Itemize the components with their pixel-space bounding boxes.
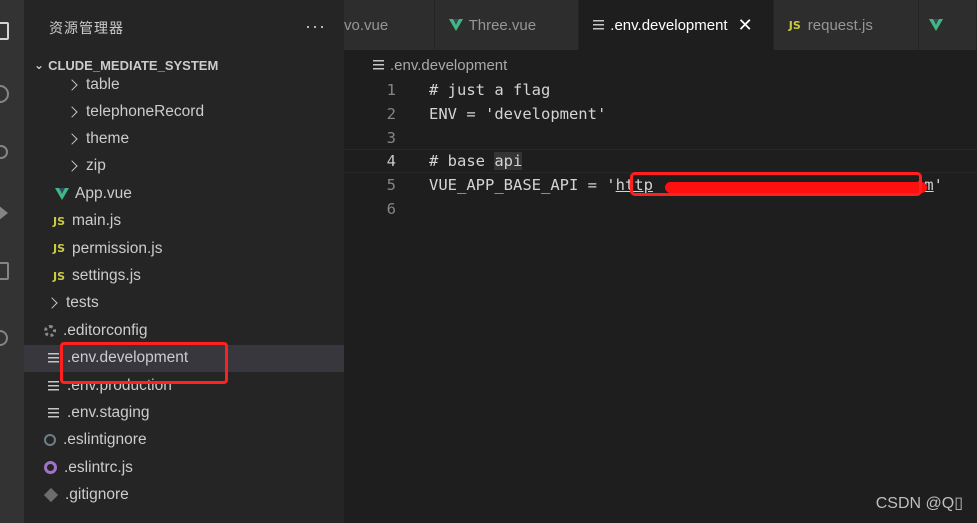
watermark: CSDN @Q▯ [875, 495, 963, 512]
tree-item-label: theme [86, 130, 130, 148]
code-comment: # base [429, 152, 495, 170]
tree-item-eslintignore[interactable]: .eslintignore [24, 427, 344, 454]
code-line-current: 4 # base api [344, 149, 977, 173]
more-actions-icon[interactable]: ··· [305, 16, 326, 37]
tab-three-vue[interactable]: Three.vue [434, 0, 580, 50]
line-number: 6 [386, 200, 396, 218]
code-text: # base api [429, 152, 523, 170]
code-line: 3 [344, 126, 977, 150]
url-highlight-annotation [630, 172, 922, 196]
tree-item-eslintrc-js[interactable]: .eslintrc.js [24, 454, 344, 481]
line-number: 4 [386, 152, 396, 170]
tree-item-telephoneRecord[interactable]: telephoneRecord [24, 98, 344, 125]
vue-file-icon [448, 19, 463, 31]
text-file-icon [373, 60, 384, 70]
tree-item-label: .editorconfig [63, 321, 148, 339]
tab-label: .env.development [610, 16, 728, 34]
chevron-right-icon [46, 297, 58, 310]
line-number: 5 [386, 176, 396, 194]
file-tree: table telephoneRecord theme zip App.vue … [24, 72, 344, 509]
breadcrumb[interactable]: .env.development [344, 52, 977, 78]
editor-tabs: vo.vue Three.vue .env.development ✕ JS r… [344, 0, 977, 50]
chevron-down-icon: ⌄ [34, 58, 45, 72]
tree-item-label: settings.js [72, 267, 141, 285]
js-file-icon: JS [788, 18, 801, 32]
tree-item-label: tests [66, 294, 99, 312]
tab-env-development[interactable]: .env.development ✕ [579, 0, 774, 50]
code-key: VUE_APP_BASE_API = ' [429, 176, 616, 194]
text-file-icon [48, 407, 59, 418]
activity-bar [0, 0, 24, 523]
chevron-right-icon [66, 106, 78, 118]
tree-item-label: table [86, 76, 120, 93]
explorer-icon[interactable] [0, 22, 9, 40]
git-icon [43, 488, 59, 503]
tab-vo-vue[interactable]: vo.vue [344, 0, 435, 50]
text-file-icon [48, 380, 59, 391]
tree-item-zip[interactable]: zip [24, 153, 344, 180]
eslint-ignore-icon [44, 434, 56, 447]
line-number: 2 [386, 105, 396, 123]
eslint-icon [44, 461, 57, 475]
tab-label: request.js [807, 16, 873, 34]
explorer-sidebar: 资源管理器 ··· ⌄ CLUDE_MEDIATE_SYSTEM table t… [24, 0, 344, 523]
tree-item-editorconfig[interactable]: .editorconfig [24, 317, 344, 344]
search-icon[interactable] [0, 85, 9, 103]
tree-item-label: telephoneRecord [86, 102, 205, 120]
tab-request-js[interactable]: JS request.js [773, 0, 919, 50]
js-file-icon: JS [52, 242, 65, 256]
source-control-icon[interactable] [0, 145, 8, 159]
tree-item-label: App.vue [75, 184, 132, 202]
vue-file-icon [928, 19, 943, 31]
word-highlight: api [494, 152, 523, 170]
vue-file-icon [55, 187, 69, 200]
highlight-annotation [60, 342, 228, 384]
tree-item-label: .gitignore [65, 486, 129, 504]
run-debug-icon[interactable] [0, 205, 16, 221]
close-icon[interactable]: ✕ [738, 15, 753, 36]
project-name: CLUDE_MEDIATE_SYSTEM [48, 57, 219, 73]
line-number: 3 [386, 129, 396, 147]
text-file-icon [593, 20, 605, 30]
tree-item-main-js[interactable]: JS main.js [24, 208, 344, 235]
tree-item-gitignore[interactable]: .gitignore [24, 481, 344, 508]
tree-item-label: main.js [72, 212, 122, 230]
extensions-icon[interactable] [0, 262, 9, 280]
code-text: # just a flag [429, 81, 551, 99]
tree-item-label: .eslintrc.js [64, 458, 133, 476]
text-file-icon [48, 353, 59, 364]
tree-item-permission-js[interactable]: JS permission.js [24, 235, 344, 262]
tree-item-app-vue[interactable]: App.vue [24, 180, 344, 207]
code-line: 6 [344, 197, 977, 221]
explorer-title: 资源管理器 [49, 19, 124, 36]
tree-item-tests[interactable]: tests [24, 290, 344, 317]
line-number: 1 [386, 81, 396, 99]
tab-label: vo.vue [344, 16, 389, 34]
explorer-header: 资源管理器 ··· [24, 0, 344, 55]
code-quote: ' [933, 176, 943, 194]
tab-overflow[interactable] [918, 0, 977, 50]
code-editor[interactable]: 1 # just a flag 2 ENV = 'development' 3 … [344, 78, 977, 523]
breadcrumb-label: .env.development [390, 56, 508, 74]
code-line: 2 ENV = 'development' [344, 102, 977, 126]
tree-item-table[interactable]: table [24, 72, 344, 98]
chevron-right-icon [66, 160, 78, 173]
chevron-right-icon [66, 79, 78, 91]
gear-icon [44, 324, 56, 337]
tree-item-label: .env.staging [67, 403, 150, 421]
code-text: ENV = 'development' [429, 105, 607, 123]
js-file-icon: JS [52, 214, 65, 228]
tab-label: Three.vue [468, 16, 537, 34]
tree-item-label: .eslintignore [63, 431, 147, 449]
remote-icon[interactable] [0, 330, 8, 346]
tree-item-label: zip [86, 157, 106, 175]
tree-item-label: permission.js [72, 239, 163, 257]
tree-item-env-staging[interactable]: .env.staging [24, 399, 344, 426]
js-file-icon: JS [52, 269, 65, 283]
chevron-right-icon [66, 133, 78, 145]
tree-item-settings-js[interactable]: JS settings.js [24, 262, 344, 289]
code-line: 1 # just a flag [344, 78, 977, 102]
tree-item-theme[interactable]: theme [24, 125, 344, 152]
